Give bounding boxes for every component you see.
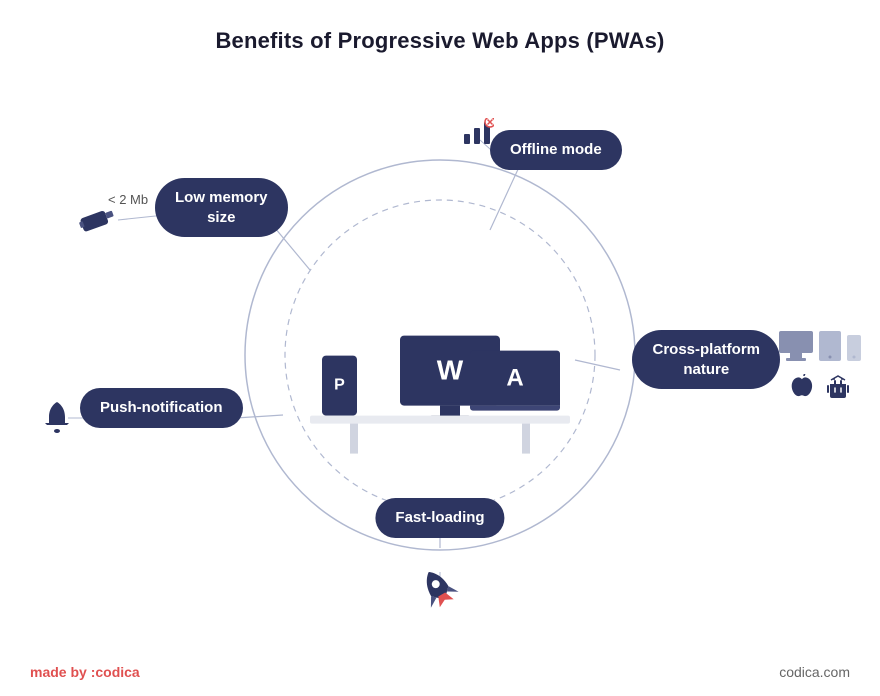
tablet-small-icon bbox=[818, 330, 842, 362]
bell-icon bbox=[42, 400, 72, 441]
footer-url: codica.com bbox=[779, 664, 850, 680]
offline-mode-pill: Offline mode bbox=[490, 130, 622, 170]
low-memory-label: Low memorysize bbox=[175, 189, 268, 226]
page-title: Benefits of Progressive Web Apps (PWAs) bbox=[0, 0, 880, 54]
laptop-base bbox=[470, 406, 560, 411]
os-icons-row bbox=[778, 374, 862, 402]
fast-loading-pill: Fast-loading bbox=[375, 498, 504, 538]
laptop-letter: A bbox=[506, 364, 523, 392]
laptop-screen: A bbox=[470, 351, 560, 406]
monitor-stand bbox=[440, 406, 460, 416]
size-label: < 2 Mb bbox=[108, 192, 148, 207]
phone-small-icon bbox=[846, 334, 862, 362]
apple-icon bbox=[790, 374, 814, 402]
desk-surface bbox=[310, 416, 570, 424]
cross-platform-devices bbox=[778, 330, 862, 402]
push-notification-pill: Push-notification bbox=[80, 388, 243, 428]
monitor-small-icon bbox=[778, 330, 814, 362]
codica-brand: :codica bbox=[91, 664, 140, 680]
laptop-device: A bbox=[470, 351, 560, 416]
footer-made-by: made by :codica bbox=[30, 664, 140, 680]
made-by-prefix: made by bbox=[30, 664, 87, 680]
desk-leg-left bbox=[350, 424, 358, 454]
offline-label: Offline mode bbox=[510, 141, 602, 158]
cross-platform-label: Cross-platformnature bbox=[652, 341, 760, 378]
desk-leg-right bbox=[522, 424, 530, 454]
low-memory-pill: Low memorysize bbox=[155, 178, 288, 237]
device-icons-row bbox=[778, 330, 862, 362]
push-label: Push-notification bbox=[100, 399, 223, 416]
cross-platform-pill: Cross-platformnature bbox=[632, 330, 780, 389]
desk-scene: P W A bbox=[300, 234, 580, 454]
phone-letter: P bbox=[334, 377, 345, 395]
page-container: Benefits of Progressive Web Apps (PWAs) … bbox=[0, 0, 880, 696]
footer: made by :codica codica.com bbox=[0, 664, 880, 680]
fast-loading-label: Fast-loading bbox=[395, 509, 484, 526]
android-icon bbox=[826, 374, 850, 402]
phone-device: P bbox=[322, 356, 357, 416]
monitor-letter: W bbox=[437, 355, 463, 387]
rocket-icon bbox=[408, 558, 473, 626]
